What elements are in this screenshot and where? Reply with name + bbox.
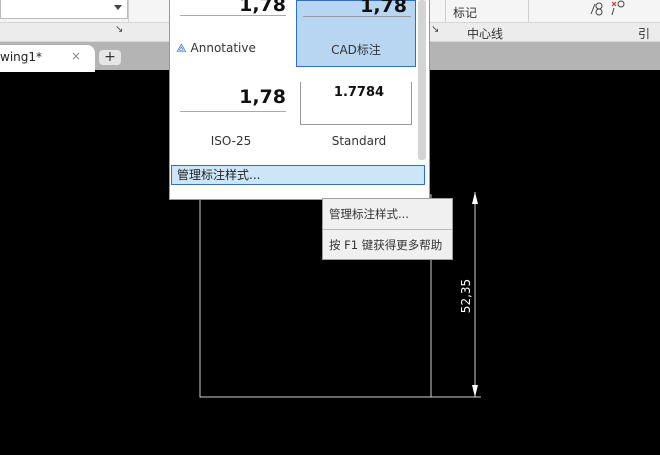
menu-item-help[interactable]: 按 F1 键获得更多帮助 <box>323 230 452 260</box>
annotative-icon: ⟁ <box>176 41 191 55</box>
arrow <box>472 385 478 397</box>
dim-style-annotative[interactable]: 1,78 ⟁ Annotative <box>172 0 290 64</box>
arrow <box>472 192 478 204</box>
manage-dim-styles-button[interactable]: 管理标注样式... <box>171 165 425 185</box>
dim-style-iso25[interactable]: 1,78 ISO-25 <box>172 82 290 148</box>
scrollbar[interactable] <box>418 0 426 160</box>
context-menu: 管理标注样式... 按 F1 键获得更多帮助 <box>322 198 453 260</box>
dim-style-standard[interactable]: 1.7784 Standard <box>300 82 418 148</box>
dimension-text: 52,35 <box>459 279 473 313</box>
menu-item-manage-styles[interactable]: 管理标注样式... <box>323 199 452 229</box>
dim-style-cad[interactable]: 1,78 CAD标注 <box>296 0 416 67</box>
